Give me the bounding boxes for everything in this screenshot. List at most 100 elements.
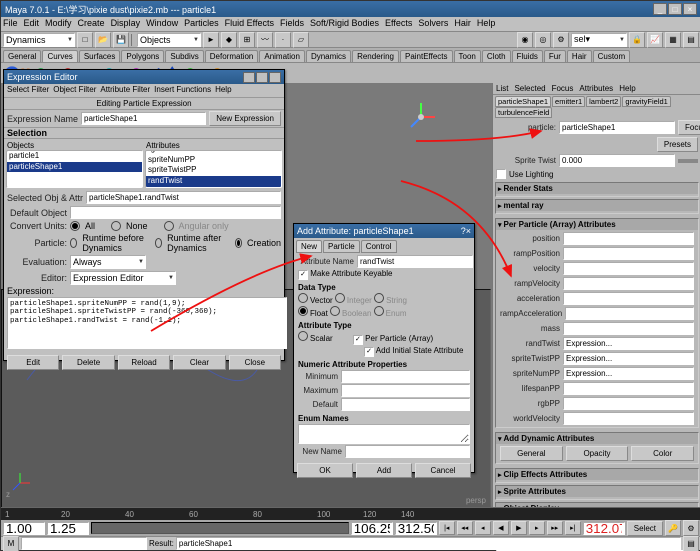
add-opacity-button[interactable]: Opacity	[566, 446, 629, 461]
ae-menu-selected[interactable]: Selected	[514, 84, 545, 93]
reload-button[interactable]: Reload	[118, 355, 170, 370]
pp-field-rampvelocity[interactable]	[563, 277, 694, 290]
sprite-twist-slider[interactable]	[678, 159, 698, 163]
addattr-close-icon[interactable]: ×	[466, 226, 471, 236]
step-back-icon[interactable]: ◂◂	[457, 521, 473, 535]
close-button[interactable]: Close	[229, 355, 281, 370]
pp-field-spritenumpp[interactable]	[563, 367, 694, 380]
shelf-tab-painteffects[interactable]: PaintEffects	[400, 50, 453, 62]
command-input[interactable]	[21, 537, 147, 550]
editor-dropdown[interactable]: Expression Editor	[70, 271, 176, 285]
rt-after-radio[interactable]	[155, 238, 162, 248]
group-mental-ray[interactable]: mental ray	[496, 200, 698, 211]
module-dropdown[interactable]: Dynamics	[3, 33, 75, 47]
rt-before-radio[interactable]	[70, 238, 77, 248]
render-globals-icon[interactable]: ⚙	[553, 32, 569, 48]
menu-display[interactable]: Display	[111, 18, 141, 30]
expr-max-icon[interactable]	[256, 72, 268, 83]
shelf-tab-rendering[interactable]: Rendering	[352, 50, 399, 62]
pp-field-lifespanpp[interactable]	[563, 382, 694, 395]
ae-menu-focus[interactable]: Focus	[552, 84, 574, 93]
creation-radio[interactable]	[235, 238, 242, 248]
shelf-tab-surfaces[interactable]: Surfaces	[79, 50, 121, 62]
menu-window[interactable]: Window	[146, 18, 178, 30]
integer-radio[interactable]	[335, 293, 345, 303]
keyable-checkbox[interactable]: ✓	[298, 270, 308, 280]
shelf-tab-general[interactable]: General	[3, 50, 41, 62]
vector-radio[interactable]	[298, 293, 308, 303]
expr-menu-select-filter[interactable]: Select Filter	[7, 85, 49, 96]
group-render-stats[interactable]: Render Stats	[496, 183, 698, 194]
menu-hair[interactable]: Hair	[454, 18, 471, 30]
shelf-tab-hair[interactable]: Hair	[567, 50, 592, 62]
attributes-list[interactable]: deformedPositionlifespanPPrgbPPspriteNum…	[145, 150, 282, 188]
clear-button[interactable]: Clear	[173, 355, 225, 370]
time-scale[interactable]: 120406080100120140	[1, 508, 700, 520]
pparray-checkbox[interactable]: ✓	[353, 335, 363, 345]
def-obj-field[interactable]	[70, 206, 281, 219]
group-clip-effects-attributes[interactable]: Clip Effects Attributes	[496, 469, 698, 480]
addattr-cancel-button[interactable]: Cancel	[415, 463, 471, 478]
shelf-tab-cloth[interactable]: Cloth	[482, 50, 511, 62]
expr-menu-object-filter[interactable]: Object Filter	[53, 85, 96, 96]
expr-menu-attribute-filter[interactable]: Attribute Filter	[100, 85, 150, 96]
use-lighting-checkbox[interactable]	[496, 169, 506, 179]
menu-solvers[interactable]: Solvers	[418, 18, 448, 30]
menu-effects[interactable]: Effects	[385, 18, 412, 30]
lock-icon[interactable]: 🔒	[629, 32, 645, 48]
scalar-radio[interactable]	[298, 331, 308, 341]
shelf-tab-deformation[interactable]: Deformation	[205, 50, 259, 62]
enum-radio[interactable]	[374, 306, 384, 316]
shelf-tab-curves[interactable]: Curves	[42, 50, 77, 62]
shelf-tab-subdivs[interactable]: Subdivs	[165, 50, 203, 62]
snap-grid-icon[interactable]: ⊞	[239, 32, 255, 48]
float-radio[interactable]	[298, 306, 308, 316]
add-general-button[interactable]: General	[500, 446, 563, 461]
shelf-tab-polygons[interactable]: Polygons	[121, 50, 164, 62]
ae-tab-gravityfield1[interactable]: gravityField1	[622, 96, 671, 107]
menu-particles[interactable]: Particles	[184, 18, 219, 30]
pp-field-randtwist[interactable]	[563, 337, 694, 350]
ae-tab-emitter1[interactable]: emitter1	[552, 96, 585, 107]
sel-hier-icon[interactable]: ◆	[221, 32, 237, 48]
ipr-icon[interactable]: ◎	[535, 32, 551, 48]
play-back-icon[interactable]: ◀	[493, 521, 509, 535]
ae-menu-attributes[interactable]: Attributes	[579, 84, 613, 93]
delete-button[interactable]: Delete	[62, 355, 114, 370]
shelf-tab-toon[interactable]: Toon	[454, 50, 481, 62]
step-fwd-icon[interactable]: ▸▸	[547, 521, 563, 535]
addattr-ok-button[interactable]: OK	[297, 463, 353, 478]
playback-start-field[interactable]	[47, 522, 89, 535]
range-bar[interactable]	[91, 522, 349, 534]
pp-field-rgbpp[interactable]	[563, 397, 694, 410]
snap-plane-icon[interactable]: ▱	[293, 32, 309, 48]
playback-end-field[interactable]	[351, 522, 393, 535]
shelf-tab-animation[interactable]: Animation	[259, 50, 305, 62]
expr-name-field[interactable]	[81, 112, 206, 125]
sel-by-name-icon[interactable]: ►	[203, 32, 219, 48]
expr-close-icon[interactable]	[269, 72, 281, 83]
menu-fluideffects[interactable]: Fluid Effects	[225, 18, 274, 30]
menu-create[interactable]: Create	[78, 18, 105, 30]
ae-tab-particleshape1[interactable]: particleShape1	[495, 96, 551, 107]
addattr-titlebar[interactable]: Add Attribute: particleShape1 ?×	[294, 224, 474, 238]
units-all-radio[interactable]	[70, 221, 80, 231]
ae-tab-lambert2[interactable]: lambert2	[586, 96, 621, 107]
objects-list[interactable]: particle1particleShape1	[6, 150, 143, 188]
menu-modify[interactable]: Modify	[45, 18, 72, 30]
shelf-tab-dynamics[interactable]: Dynamics	[306, 50, 351, 62]
addattr-add-button[interactable]: Add	[356, 463, 412, 478]
shelf-tab-fluids[interactable]: Fluids	[512, 50, 543, 62]
goto-end-icon[interactable]: ▸|	[565, 521, 581, 535]
menu-softrigidbodies[interactable]: Soft/Rigid Bodies	[310, 18, 379, 30]
pp-field-rampacceleration[interactable]	[565, 307, 694, 320]
prefs-icon[interactable]: ⚙	[683, 520, 699, 536]
maximize-icon[interactable]: □	[668, 3, 682, 15]
expression-textarea[interactable]	[7, 297, 287, 349]
particle-node-field[interactable]	[559, 121, 675, 134]
sprite-twist-field[interactable]	[559, 154, 675, 167]
graph-icon[interactable]: 📈	[647, 32, 663, 48]
open-icon[interactable]: 📂	[95, 32, 111, 48]
next-frame-icon[interactable]: ▸	[529, 521, 545, 535]
current-frame-field[interactable]	[583, 522, 625, 535]
